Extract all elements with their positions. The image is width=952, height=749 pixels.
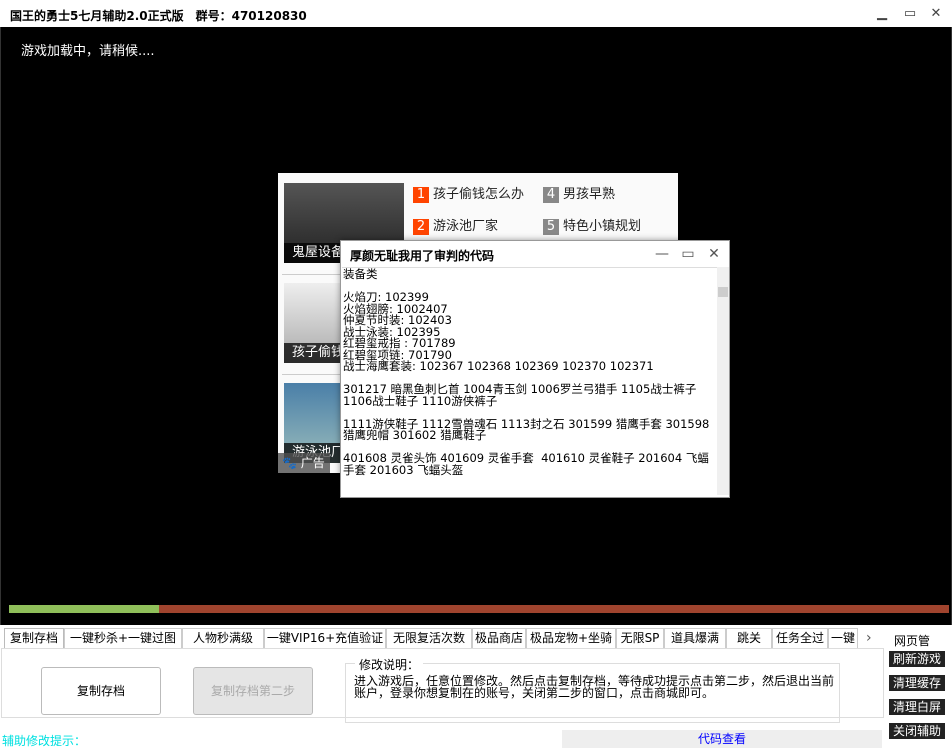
loading-progress-bar: [9, 605, 949, 613]
tab-0[interactable]: 复制存档: [4, 628, 64, 650]
title-bar: 国王的勇士5七月辅助2.0正式版 群号：470120830 ▁ ▭ ✕: [0, 0, 952, 27]
window-title: 国王的勇士5七月辅助2.0正式版 群号：470120830: [10, 9, 307, 23]
tab-1[interactable]: 一键秒杀+一键过图: [64, 628, 182, 648]
tab-prev-icon[interactable]: ‹: [849, 630, 855, 646]
popup-title: 厚颜无耻我用了审判的代码: [350, 249, 495, 263]
tab-4[interactable]: 无限复活次数: [386, 628, 472, 648]
ad-link[interactable]: 5 特色小镇规划: [543, 215, 641, 235]
maximize-icon[interactable]: ▭: [679, 246, 697, 262]
close-icon[interactable]: ✕: [928, 6, 944, 22]
tab-6[interactable]: 极品宠物+坐骑: [526, 628, 616, 648]
tab-7[interactable]: 无限SP: [616, 628, 664, 648]
copy-save-step2-button[interactable]: 复制存档第二步: [193, 667, 313, 715]
hint-label: 辅助修改提示：: [2, 734, 87, 748]
refresh-game-button[interactable]: 刷新游戏: [889, 651, 945, 667]
close-helper-button[interactable]: 关闭辅助: [889, 723, 945, 739]
tab-5[interactable]: 极品商店: [472, 628, 526, 648]
close-icon[interactable]: ✕: [705, 246, 723, 262]
tab-9[interactable]: 跳关: [726, 628, 772, 648]
code-view-link[interactable]: 代码查看: [562, 730, 882, 748]
ad-link[interactable]: 2 游泳池厂家: [413, 215, 498, 235]
ad-link[interactable]: 1 孩子偷钱怎么办: [413, 183, 524, 203]
loading-text: 游戏加载中，请稍候....: [21, 44, 155, 59]
code-popup-window: 厚颜无耻我用了审判的代码 — ▭ ✕ 装备类 火焰刀: 102399 火焰翅膀:…: [340, 240, 730, 498]
minimize-icon[interactable]: ▁: [874, 6, 890, 22]
code-text-area[interactable]: 装备类 火焰刀: 102399 火焰翅膀: 1002407 仲夏节时装: 102…: [342, 267, 717, 495]
clear-white-screen-button[interactable]: 清理白屏: [889, 699, 945, 715]
maximize-icon[interactable]: ▭: [902, 6, 918, 22]
description-text: 进入游戏后，任意位置修改。然后点击复制存档，等待成功提示点击第二步，然后退出当前…: [354, 674, 835, 700]
ad-link[interactable]: 4 男孩早熟: [543, 183, 615, 203]
tab-3[interactable]: 一键VIP16+充值验证: [264, 628, 386, 648]
tab-2[interactable]: 人物秒满级: [182, 628, 264, 648]
tab-10[interactable]: 任务全过: [772, 628, 828, 648]
scrollbar-thumb[interactable]: [718, 287, 728, 297]
tab-8[interactable]: 道具爆满: [664, 628, 726, 648]
progress-fill: [9, 605, 160, 613]
tab-next-icon[interactable]: ›: [866, 630, 872, 646]
scrollbar[interactable]: [717, 267, 729, 495]
description-title: 修改说明：: [355, 656, 424, 673]
copy-save-button[interactable]: 复制存档: [41, 667, 161, 715]
minimize-icon[interactable]: —: [653, 246, 671, 262]
clear-cache-button[interactable]: 清理缓存: [889, 675, 945, 691]
ad-tag: 🐾 广告: [278, 453, 330, 473]
feature-tabs: 复制存档 一键秒杀+一键过图 人物秒满级 一键VIP16+充值验证 无限复活次数 极品商店…: [0, 628, 884, 650]
